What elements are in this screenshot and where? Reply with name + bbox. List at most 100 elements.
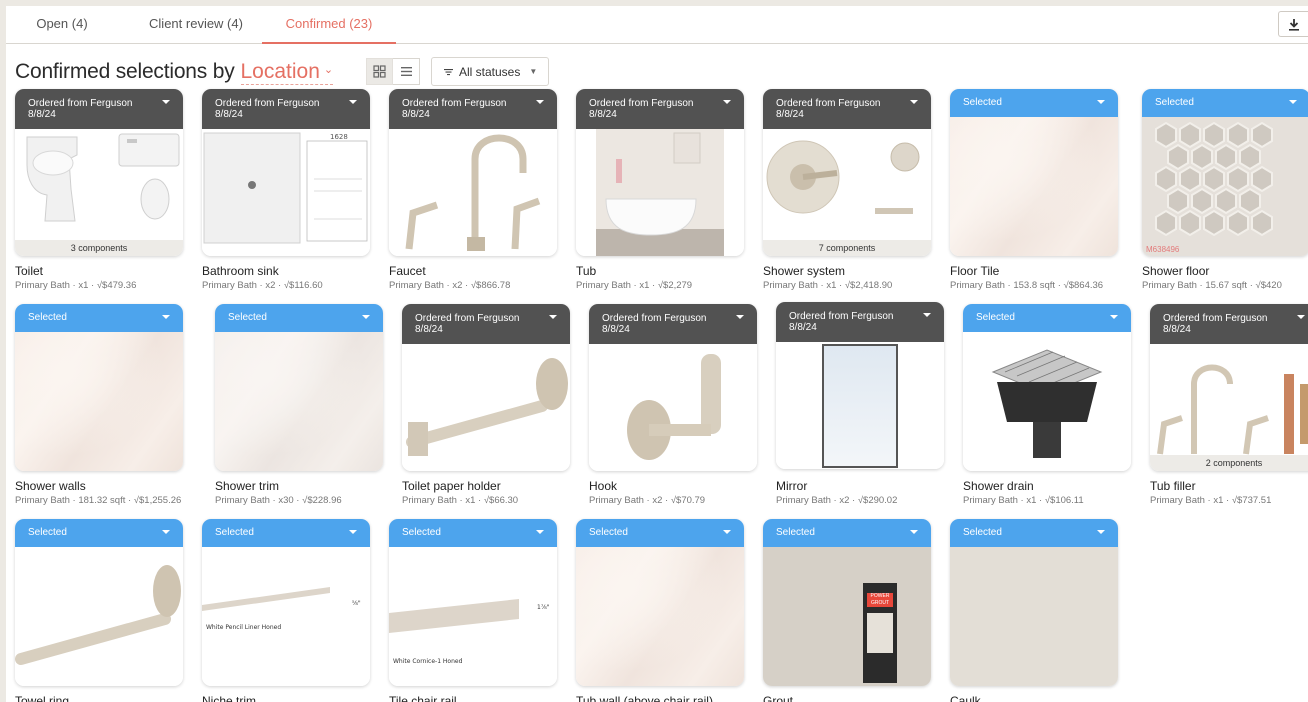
caret-down-icon — [362, 315, 370, 319]
list-icon — [400, 67, 412, 76]
status-label: Ordered from Ferguson — [589, 98, 694, 109]
product-image — [15, 547, 183, 686]
card-meta: Primary Bath · x2 · √$290.02 — [776, 495, 898, 506]
spec-code: 1628 — [330, 133, 348, 141]
product-image-label: POWER GROUT — [867, 593, 893, 607]
card-name: Tub filler — [1150, 479, 1196, 493]
product-image — [15, 129, 183, 256]
card-box: Selected — [1142, 89, 1308, 256]
status-bar[interactable]: Selected — [963, 304, 1131, 332]
tab-bar: Open (4) Client review (4) Confirmed (23… — [6, 6, 1308, 44]
group-by-dropdown[interactable]: Location ⌄ — [240, 60, 334, 85]
status-bar[interactable]: Selected — [215, 304, 383, 332]
card-box: Selected — [15, 304, 183, 471]
card-name: Shower system — [763, 264, 846, 278]
status-bar[interactable]: Ordered from Ferguson 8/8/24 — [402, 304, 570, 344]
product-image — [950, 117, 1118, 256]
card-box: Selected — [576, 519, 744, 686]
status-bar[interactable]: Selected — [576, 519, 744, 547]
card-name: Niche trim — [202, 694, 257, 702]
card-meta: Primary Bath · x1 · √$2,418.90 — [763, 280, 893, 291]
status-date: 8/8/24 — [415, 324, 443, 335]
status-bar[interactable]: Ordered from Ferguson 8/8/24 — [763, 89, 931, 129]
card-meta: Primary Bath · x1 · √$66.30 — [402, 495, 519, 506]
product-image: White Pencil Liner Honed ⅝" — [202, 547, 370, 686]
card-name: Floor Tile — [950, 264, 1000, 278]
card-box: Ordered from Ferguson 8/8/24 — [402, 304, 570, 471]
status-filter-dropdown[interactable]: All statuses ▼ — [431, 57, 549, 86]
caret-down-icon — [1097, 100, 1105, 104]
product-image — [763, 129, 931, 256]
status-date: 8/8/24 — [28, 109, 56, 120]
product-image-label: White Cornice-1 Honed — [393, 658, 463, 665]
card-box: Ordered from Ferguson 8/8/24 — [389, 89, 557, 256]
card-name: Shower drain — [963, 479, 1034, 493]
card-box: Ordered from Ferguson 8/8/24 2 component… — [1150, 304, 1308, 471]
status-bar[interactable]: Ordered from Ferguson 8/8/24 — [589, 304, 757, 344]
status-label: Selected — [228, 312, 267, 323]
filter-icon — [444, 68, 453, 75]
card-meta: Primary Bath · x1 · √$106.11 — [963, 495, 1084, 506]
product-image-label: White Pencil Liner Honed — [206, 624, 281, 631]
status-label: Selected — [402, 527, 441, 538]
card-box: Selected — [15, 519, 183, 686]
status-label: Selected — [1155, 97, 1194, 108]
status-bar[interactable]: Ordered from Ferguson 8/8/24 — [202, 89, 370, 129]
status-bar[interactable]: Selected — [202, 519, 370, 547]
status-bar[interactable]: Ordered from Ferguson 8/8/24 — [576, 89, 744, 129]
status-label: Ordered from Ferguson — [415, 313, 520, 324]
product-image — [215, 332, 383, 471]
product-image — [576, 129, 744, 256]
status-bar[interactable]: Selected — [15, 519, 183, 547]
status-date: 8/8/24 — [402, 109, 430, 120]
status-bar[interactable]: Selected — [389, 519, 557, 547]
product-image: White Cornice-1 Honed 1⅞" — [389, 547, 557, 686]
caret-down-icon: ▼ — [529, 67, 538, 76]
card-meta: Primary Bath · 181.32 sqft · √$1,255.26 — [15, 495, 182, 506]
card-name: Faucet — [389, 264, 426, 278]
caret-down-icon — [736, 315, 744, 319]
card-box: Selected White Cornice-1 Honed 1⅞" — [389, 519, 557, 686]
status-bar[interactable]: Selected — [763, 519, 931, 547]
caret-down-icon — [723, 530, 731, 534]
list-view-button[interactable] — [393, 58, 420, 85]
card-box: Ordered from Ferguson 8/8/24 — [776, 302, 944, 469]
card-name: Bathroom sink — [202, 264, 279, 278]
dimension-label: ⅝" — [352, 600, 361, 607]
card-box: Ordered from Ferguson 8/8/24 3 component… — [15, 89, 183, 256]
status-bar[interactable]: Selected — [950, 519, 1118, 547]
product-image — [402, 344, 570, 471]
status-bar[interactable]: Ordered from Ferguson 8/8/24 — [15, 89, 183, 129]
card-name: Towel ring — [15, 694, 70, 702]
card-meta: Primary Bath · x30 · √$228.96 — [215, 495, 342, 506]
status-label: Selected — [215, 527, 254, 538]
caret-down-icon — [1110, 315, 1118, 319]
product-image — [963, 332, 1131, 471]
card-name: Grout — [763, 694, 794, 702]
status-label: Ordered from Ferguson — [789, 311, 894, 322]
tab-confirmed[interactable]: Confirmed (23) — [262, 6, 396, 44]
card-name: Toilet paper holder — [402, 479, 501, 493]
card-name: Toilet — [15, 264, 44, 278]
card-meta: Primary Bath · 15.67 sqft · √$420 — [1142, 280, 1282, 291]
caret-down-icon — [162, 100, 170, 104]
card-meta: Primary Bath · x1 · √$479.36 — [15, 280, 137, 291]
product-image — [576, 547, 744, 686]
status-bar[interactable]: Ordered from Ferguson 8/8/24 — [776, 302, 944, 342]
download-button[interactable] — [1278, 11, 1308, 37]
status-bar[interactable]: Selected — [1142, 89, 1308, 117]
tab-client-review[interactable]: Client review (4) — [130, 6, 262, 44]
grid-view-button[interactable] — [366, 58, 393, 85]
status-bar[interactable]: Selected — [950, 89, 1118, 117]
product-image: M638496 — [1142, 117, 1308, 256]
status-bar[interactable]: Ordered from Ferguson 8/8/24 — [1150, 304, 1308, 344]
card-meta: Primary Bath · x2 · √$866.78 — [389, 280, 511, 291]
status-bar[interactable]: Ordered from Ferguson 8/8/24 — [389, 89, 557, 129]
card-box: Selected POWER GROUT — [763, 519, 931, 686]
status-label: Selected — [963, 97, 1002, 108]
status-bar[interactable]: Selected — [15, 304, 183, 332]
card-box: Selected White Pencil Liner Honed ⅝" — [202, 519, 370, 686]
product-image — [589, 344, 757, 471]
page-title: Confirmed selections by — [15, 60, 235, 83]
tab-open[interactable]: Open (4) — [6, 6, 118, 44]
